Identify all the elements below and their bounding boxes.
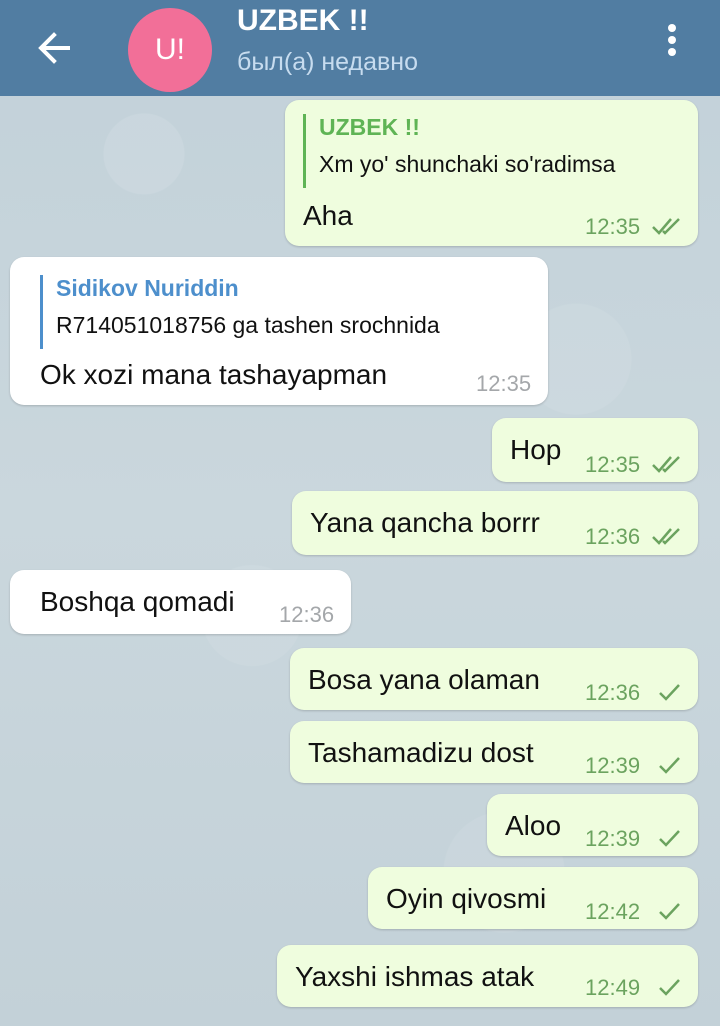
reply-quote[interactable]: Sidikov Nuriddin R714051018756 ga tashen… <box>40 275 535 349</box>
message-time: 12:35 <box>585 452 641 477</box>
message-time: 12:36 <box>585 680 641 705</box>
message-text: Ok xozi mana tashayapman <box>40 359 388 390</box>
message-text: Yana qancha borrr <box>310 507 540 538</box>
message-text: Aloo <box>505 810 562 841</box>
double-check-icon <box>652 456 680 473</box>
reply-sender: Sidikov Nuriddin <box>56 275 239 301</box>
message-time: 12:42 <box>585 899 641 924</box>
message-text: Oyin qivosmi <box>386 883 547 914</box>
message-bubble[interactable]: Aloo 12:39 <box>487 794 698 856</box>
message-text: Hop <box>510 434 562 465</box>
double-check-icon <box>652 218 680 235</box>
message-time: 12:36 <box>279 602 335 627</box>
avatar[interactable]: U! <box>128 8 212 92</box>
message-text: Bosa yana olaman <box>308 664 540 695</box>
message-text: Boshqa qomadi <box>40 586 235 617</box>
message-bubble[interactable]: Tashamadizu dost 12:39 <box>290 721 698 783</box>
check-icon <box>659 757 680 774</box>
menu-button[interactable] <box>652 18 692 62</box>
reply-quote[interactable]: UZBEK !! Xm yo' shunchaki so'radimsa <box>303 114 683 188</box>
chat-header: U! UZBEK !! был(а) недавно <box>0 0 720 96</box>
back-button[interactable] <box>28 22 80 74</box>
message-text: Aha <box>303 200 353 231</box>
message-text: Tashamadizu dost <box>308 737 534 768</box>
message-time: 12:39 <box>585 753 641 778</box>
check-icon <box>659 903 680 920</box>
message-bubble[interactable]: Oyin qivosmi 12:42 <box>368 867 698 929</box>
message-time: 12:35 <box>476 371 532 396</box>
message-bubble[interactable]: Hop 12:35 <box>492 418 698 482</box>
message-time: 12:39 <box>585 826 641 851</box>
more-vertical-icon <box>668 24 676 56</box>
message-bubble[interactable]: UZBEK !! Xm yo' shunchaki so'radimsa Aha… <box>285 100 698 246</box>
message-text: Yaxshi ishmas atak <box>295 961 535 992</box>
chat-status: был(а) недавно <box>237 48 419 76</box>
reply-sender: UZBEK !! <box>319 114 420 140</box>
check-icon <box>659 979 680 996</box>
message-bubble[interactable]: Yana qancha borrr 12:36 <box>292 491 698 555</box>
check-icon <box>659 830 680 847</box>
arrow-left-icon <box>38 32 70 64</box>
message-time: 12:36 <box>585 524 641 549</box>
message-time: 12:49 <box>585 975 641 1000</box>
chat-title[interactable]: UZBEK !! <box>237 4 369 38</box>
message-bubble[interactable]: Sidikov Nuriddin R714051018756 ga tashen… <box>10 257 548 405</box>
message-bubble[interactable]: Yaxshi ishmas atak 12:49 <box>277 945 698 1007</box>
double-check-icon <box>652 528 680 545</box>
message-time: 12:35 <box>585 214 641 239</box>
message-bubble[interactable]: Boshqa qomadi 12:36 <box>10 570 351 634</box>
reply-text: R714051018756 ga tashen srochnida <box>56 312 440 338</box>
check-icon <box>659 684 680 701</box>
avatar-initials: U! <box>155 33 185 66</box>
reply-text: Xm yo' shunchaki so'radimsa <box>319 151 616 177</box>
message-bubble[interactable]: Bosa yana olaman 12:36 <box>290 648 698 710</box>
message-list[interactable]: UZBEK !! Xm yo' shunchaki so'radimsa Aha… <box>0 96 720 1026</box>
